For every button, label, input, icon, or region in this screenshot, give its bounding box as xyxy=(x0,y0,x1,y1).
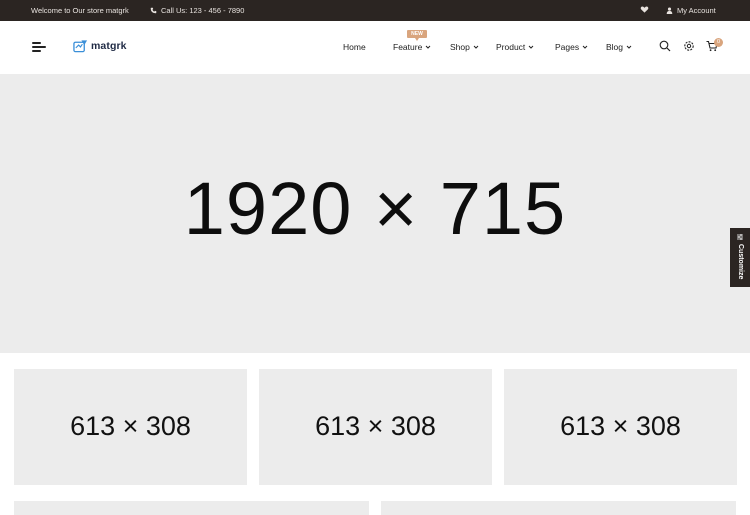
wishlist-heart-icon[interactable] xyxy=(640,5,649,14)
nav-item-label: Pages xyxy=(555,42,580,52)
chevron-down-icon xyxy=(425,45,431,49)
my-account-link[interactable]: My Account xyxy=(666,6,716,15)
category-banner[interactable]: 613 × 308 xyxy=(504,369,737,485)
banner-placeholder-text: 613 × 308 xyxy=(70,411,191,441)
nav-item-home[interactable]: Home xyxy=(343,42,366,52)
nav-item-blog[interactable]: Blog xyxy=(606,42,632,52)
header: matgrk NEW Home Feature Shop Product Pag… xyxy=(0,21,750,74)
nav-item-shop[interactable]: Shop xyxy=(450,42,479,52)
customize-label: Customize xyxy=(737,244,744,280)
gear-icon[interactable] xyxy=(683,40,695,52)
user-icon xyxy=(666,7,673,14)
logo[interactable]: matgrk xyxy=(73,39,127,53)
logo-text: matgrk xyxy=(91,40,127,52)
logo-icon xyxy=(73,40,88,53)
phone-icon xyxy=(150,7,157,14)
category-banner[interactable]: 613 × 308 xyxy=(14,369,247,485)
cart-count-badge: 0 xyxy=(714,38,723,47)
chevron-down-icon xyxy=(626,45,632,49)
nav-item-label: Product xyxy=(496,42,526,52)
nav-item-label: Home xyxy=(343,42,366,52)
promo-banner[interactable] xyxy=(381,501,736,515)
call-us-label: Call Us: 123 - 456 - 7890 xyxy=(161,6,245,15)
my-account-label: My Account xyxy=(677,6,716,15)
top-bar: Welcome to Our store matgrk Call Us: 123… xyxy=(0,0,750,21)
new-badge: NEW xyxy=(407,30,427,41)
chevron-down-icon xyxy=(528,45,534,49)
search-icon[interactable] xyxy=(659,40,671,52)
sliders-icon xyxy=(737,234,743,240)
category-banner[interactable]: 613 × 308 xyxy=(259,369,492,485)
hero-placeholder-text: 1920 × 715 xyxy=(183,167,567,250)
nav-item-label: Blog xyxy=(606,42,624,52)
banner-placeholder-text: 613 × 308 xyxy=(560,411,681,441)
nav-item-product[interactable]: Product xyxy=(496,42,534,52)
hamburger-menu-icon[interactable] xyxy=(32,41,46,53)
nav-item-label: Shop xyxy=(450,42,470,52)
nav-item-feature[interactable]: Feature xyxy=(393,42,431,52)
call-us: Call Us: 123 - 456 - 7890 xyxy=(150,6,244,15)
chevron-down-icon xyxy=(582,45,588,49)
nav-item-pages[interactable]: Pages xyxy=(555,42,588,52)
chevron-down-icon xyxy=(473,45,479,49)
promo-banner[interactable] xyxy=(14,501,369,515)
nav-item-label: Feature xyxy=(393,42,423,52)
banner-placeholder-text: 613 × 308 xyxy=(315,411,436,441)
hero-banner[interactable]: 1920 × 715 xyxy=(0,74,750,353)
customize-tab[interactable]: Customize xyxy=(730,228,750,287)
welcome-text: Welcome to Our store matgrk xyxy=(31,6,129,15)
